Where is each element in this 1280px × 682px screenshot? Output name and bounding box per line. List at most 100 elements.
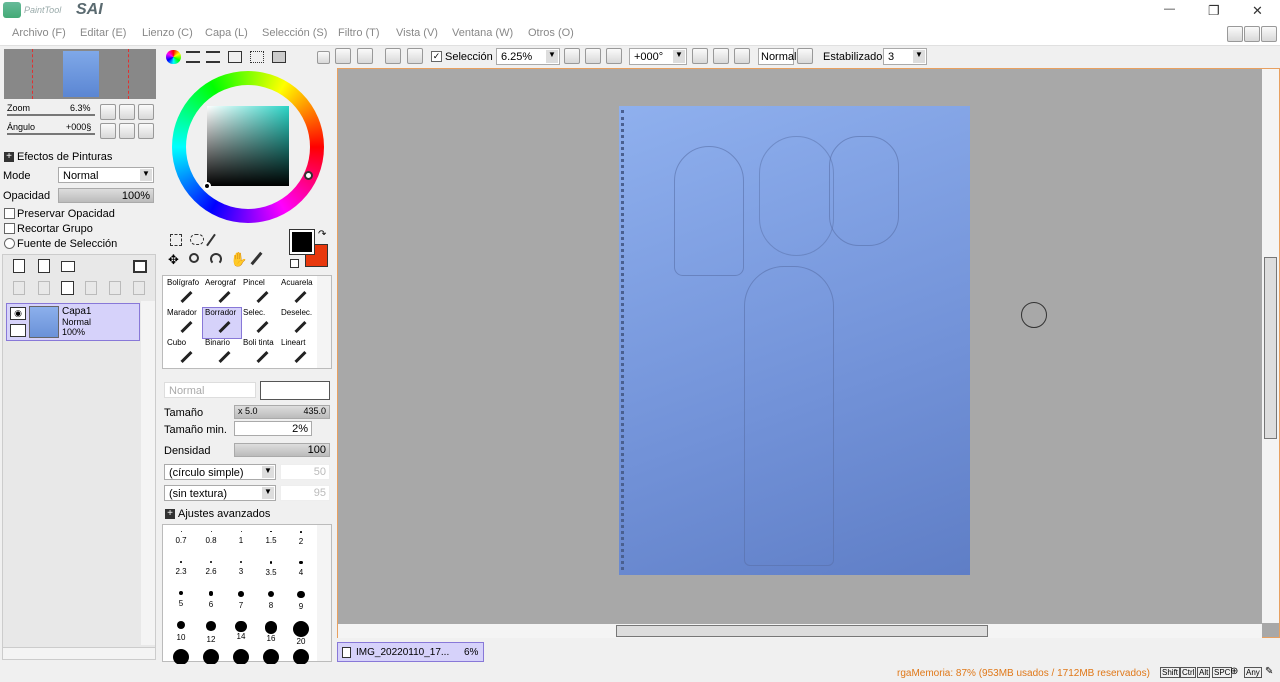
zoom-select[interactable]: 6.25% ▼ <box>496 48 560 65</box>
move-icon[interactable]: ✥ <box>168 252 179 268</box>
brush-size-option[interactable]: 4 <box>286 561 316 581</box>
close-button[interactable]: ✕ <box>1252 3 1263 19</box>
brush-size-option[interactable]: 14 <box>226 621 256 641</box>
redo-button[interactable] <box>357 48 373 64</box>
tool-cubo[interactable]: Cubo <box>165 338 203 368</box>
size-grid-scrollbar[interactable] <box>317 525 331 661</box>
rotate-left-button[interactable] <box>692 48 708 64</box>
vertical-scroll-thumb[interactable] <box>1264 257 1277 439</box>
minimize-button[interactable]: — <box>1164 3 1175 15</box>
tool-pincel[interactable]: Pincel <box>241 278 279 308</box>
brush-size-option[interactable]: 6 <box>196 591 226 611</box>
selection-source-radio[interactable] <box>4 238 15 249</box>
color-wheel-tab-icon[interactable] <box>166 50 181 64</box>
primary-color-swatch[interactable] <box>289 229 315 255</box>
new-linework-layer-icon[interactable] <box>38 259 50 273</box>
layer-mode-select[interactable]: Normal ▼ <box>58 167 154 183</box>
brush-shape-selector[interactable] <box>260 381 330 400</box>
plus-icon[interactable]: + <box>165 509 175 519</box>
clear-layer-icon[interactable] <box>61 281 74 295</box>
undo-button[interactable] <box>335 48 351 64</box>
swap-colors-icon[interactable]: ↷ <box>318 229 326 240</box>
nav-rotate-left-button[interactable] <box>100 123 116 139</box>
lasso-select-icon[interactable] <box>190 234 204 245</box>
eye-icon[interactable]: ◉ <box>10 307 26 320</box>
tool-marador[interactable]: Marador <box>165 308 203 338</box>
rectangle-select-icon[interactable] <box>170 234 182 246</box>
brush-size-dot[interactable] <box>233 649 249 665</box>
brush-size-option[interactable]: 16 <box>256 621 286 643</box>
layer-settings-icon[interactable] <box>133 260 147 273</box>
tool-lineart[interactable]: Lineart <box>279 338 317 368</box>
tool-aerograf[interactable]: Aerograf <box>203 278 241 308</box>
zoom-out-button[interactable] <box>564 48 580 64</box>
nav-zoom-out-button[interactable] <box>100 104 116 120</box>
menu-seleccion[interactable]: Selección (S) <box>262 27 327 39</box>
menu-filtro[interactable]: Filtro (T) <box>338 27 380 39</box>
document-tab[interactable]: IMG_20220110_17... 6% <box>337 642 484 662</box>
horizontal-scroll-thumb[interactable] <box>616 625 988 637</box>
mdi-restore-button[interactable] <box>1244 26 1260 42</box>
tool-selec-[interactable]: Selec. <box>241 308 279 338</box>
brush-texture-select[interactable]: (sin textura) ▼ <box>164 485 276 501</box>
density-slider[interactable]: 100 <box>234 443 330 457</box>
menu-otros[interactable]: Otros (O) <box>528 27 574 39</box>
delete-layer-icon[interactable] <box>85 281 97 295</box>
brush-shape-slider[interactable]: 50 <box>280 464 330 480</box>
menu-editar[interactable]: Editar (E) <box>80 27 126 39</box>
saturation-value-square[interactable] <box>207 106 289 186</box>
pen-icon[interactable] <box>10 324 26 337</box>
selection-checkbox[interactable]: ✓ <box>431 51 442 62</box>
mdi-minimize-button[interactable] <box>1227 26 1243 42</box>
opacity-slider[interactable]: 100% <box>58 188 154 203</box>
rgb-slider-tab-icon[interactable] <box>186 51 200 63</box>
nav-zoom-in-button[interactable] <box>119 104 135 120</box>
zoom-tool-icon[interactable] <box>189 253 199 263</box>
panel-dropdown-button[interactable] <box>317 51 330 64</box>
vertical-scrollbar[interactable] <box>1262 69 1279 623</box>
flip-horizontal-button[interactable] <box>797 48 813 64</box>
brush-size-option[interactable]: 2.3 <box>166 561 196 581</box>
stabilizer-select[interactable]: 3 ▼ <box>883 48 927 65</box>
nav-zoom-reset-button[interactable] <box>138 104 154 120</box>
brush-size-option[interactable]: 8 <box>256 591 286 611</box>
menu-lienzo[interactable]: Lienzo (C) <box>142 27 193 39</box>
brush-size-option[interactable]: 0.7 <box>166 531 196 551</box>
tool-grid-scrollbar[interactable] <box>317 276 331 368</box>
angle-slider[interactable] <box>7 133 95 135</box>
brush-size-option[interactable]: 1.5 <box>256 531 286 551</box>
new-folder-icon[interactable] <box>61 261 75 272</box>
zoom-in-button[interactable] <box>585 48 601 64</box>
preserve-opacity-checkbox[interactable] <box>4 208 15 219</box>
sv-selector-icon[interactable] <box>203 182 211 190</box>
magic-wand-icon[interactable] <box>206 233 216 247</box>
brush-size-dot[interactable] <box>293 649 309 665</box>
brush-blend-select[interactable]: Normal <box>164 382 256 398</box>
brush-size-option[interactable]: 2 <box>286 531 316 551</box>
swatch-tab-icon[interactable] <box>228 51 242 63</box>
brush-size-option[interactable]: 20 <box>286 621 316 646</box>
merge-visible-icon[interactable] <box>133 281 145 295</box>
brush-size-option[interactable]: 2.6 <box>196 561 226 581</box>
nav-rotate-right-button[interactable] <box>119 123 135 139</box>
brush-size-option[interactable]: 3 <box>226 561 256 581</box>
navigator-preview[interactable] <box>4 49 156 99</box>
eyedropper-icon[interactable] <box>250 251 263 266</box>
brush-size-option[interactable]: 10 <box>166 621 196 642</box>
menu-vista[interactable]: Vista (V) <box>396 27 438 39</box>
tool-borrador[interactable]: Borrador <box>202 307 242 339</box>
menu-archivo[interactable]: Archivo (F) <box>12 27 66 39</box>
tool-bol-grafo[interactable]: Bolígrafo <box>165 278 203 308</box>
reset-colors-icon[interactable] <box>290 259 299 268</box>
invert-selection-button[interactable] <box>407 48 423 64</box>
deselect-button[interactable] <box>385 48 401 64</box>
copy-layer-icon[interactable] <box>13 281 25 295</box>
min-size-slider[interactable]: 2% <box>234 421 312 436</box>
view-blend-select[interactable]: Normal <box>758 48 796 65</box>
brush-size-option[interactable]: 9 <box>286 591 316 611</box>
restore-button[interactable]: ❐ <box>1208 3 1220 19</box>
size-slider[interactable]: x 5.0 435.0 <box>234 405 330 419</box>
horizontal-scrollbar[interactable] <box>338 624 1262 638</box>
nav-rotate-reset-button[interactable] <box>138 123 154 139</box>
brush-size-option[interactable]: 3.5 <box>256 561 286 581</box>
